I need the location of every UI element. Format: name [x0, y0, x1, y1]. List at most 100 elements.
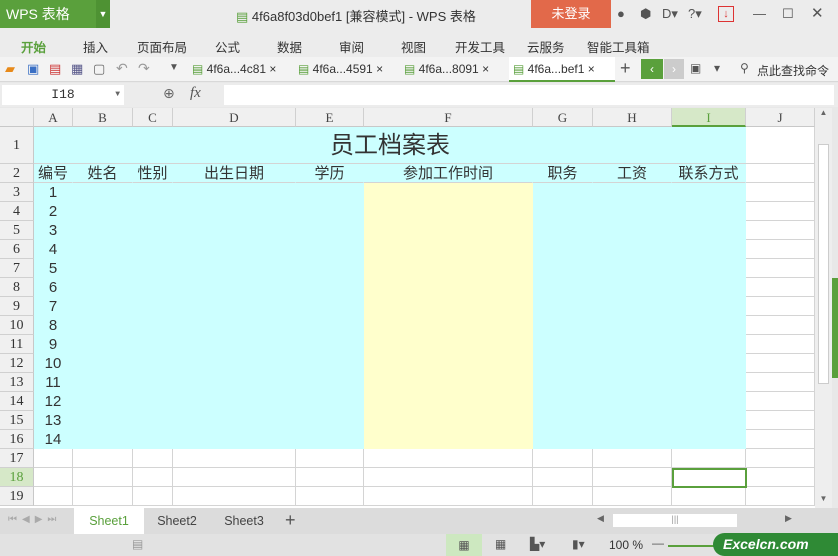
cell[interactable] — [364, 240, 533, 259]
help-icon[interactable]: ?▾ — [688, 6, 702, 22]
column-header[interactable]: D — [173, 108, 296, 127]
cell[interactable] — [533, 278, 593, 297]
row-header[interactable]: 9 — [0, 297, 34, 316]
cell[interactable] — [593, 202, 672, 221]
id-cell[interactable]: 1 — [34, 183, 73, 202]
id-cell[interactable]: 6 — [34, 278, 73, 297]
cell[interactable] — [173, 335, 296, 354]
cell[interactable] — [672, 373, 746, 392]
doc-tab[interactable]: ▤ 4f6a...8091 × — [400, 57, 508, 82]
cell[interactable] — [746, 202, 815, 221]
row-header[interactable]: 7 — [0, 259, 34, 278]
cell[interactable] — [672, 202, 746, 221]
close-icon[interactable]: × — [269, 62, 276, 76]
cell[interactable] — [746, 221, 815, 240]
tab-smart-tools[interactable]: 智能工具箱 — [587, 37, 650, 56]
doc-tab-active[interactable]: ▤ 4f6a...bef1 × — [509, 57, 615, 82]
cell[interactable] — [672, 221, 746, 240]
cell[interactable] — [364, 335, 533, 354]
cell[interactable] — [364, 354, 533, 373]
cell[interactable] — [133, 335, 173, 354]
column-header[interactable]: C — [133, 108, 173, 127]
cell[interactable] — [173, 316, 296, 335]
cell[interactable] — [133, 202, 173, 221]
row-header[interactable]: 14 — [0, 392, 34, 411]
zoom-level[interactable]: 100 % — [609, 538, 643, 552]
chevron-down-icon[interactable]: ▼ — [169, 62, 179, 73]
cell[interactable] — [73, 221, 133, 240]
id-cell[interactable]: 9 — [34, 335, 73, 354]
vertical-scrollbar[interactable]: ▲ ▼ — [815, 108, 832, 508]
cell[interactable] — [296, 202, 364, 221]
id-cell[interactable]: 5 — [34, 259, 73, 278]
cell[interactable] — [296, 468, 364, 487]
cell[interactable] — [73, 259, 133, 278]
header-cell[interactable]: 职务 — [533, 164, 593, 183]
cell[interactable] — [173, 468, 296, 487]
cell[interactable] — [296, 392, 364, 411]
cell[interactable] — [133, 449, 173, 468]
cell[interactable] — [133, 183, 173, 202]
cell[interactable] — [296, 411, 364, 430]
cell[interactable] — [533, 259, 593, 278]
close-icon[interactable]: × — [482, 62, 489, 76]
cell[interactable] — [746, 259, 815, 278]
cell[interactable] — [593, 278, 672, 297]
doc-tab[interactable]: ▤ 4f6a...4c81 × — [188, 57, 292, 82]
cell[interactable] — [296, 221, 364, 240]
cell[interactable] — [593, 430, 672, 449]
cell[interactable] — [746, 127, 815, 164]
cell[interactable] — [533, 354, 593, 373]
cell[interactable] — [533, 335, 593, 354]
cell[interactable] — [173, 430, 296, 449]
tab-data[interactable]: 数据 — [277, 37, 302, 56]
column-header[interactable]: H — [593, 108, 672, 127]
scroll-thumb[interactable]: ||| — [613, 514, 737, 527]
cell[interactable] — [133, 392, 173, 411]
cell[interactable] — [133, 487, 173, 506]
cell[interactable] — [593, 259, 672, 278]
cell[interactable] — [296, 335, 364, 354]
cell[interactable] — [73, 449, 133, 468]
cell[interactable] — [296, 278, 364, 297]
id-cell[interactable]: 13 — [34, 411, 73, 430]
zoom-lens-icon[interactable]: ⊕ — [163, 85, 175, 102]
cell[interactable] — [73, 297, 133, 316]
cell[interactable] — [173, 221, 296, 240]
row-header[interactable]: 1 — [0, 127, 34, 164]
row-header[interactable]: 4 — [0, 202, 34, 221]
cell[interactable] — [593, 392, 672, 411]
doc-tab[interactable]: ▤ 4f6a...4591 × — [294, 57, 398, 82]
cell[interactable] — [593, 411, 672, 430]
page-break-view-icon[interactable]: ▦ — [495, 537, 506, 551]
cell[interactable] — [133, 373, 173, 392]
sheet-tab-sheet3[interactable]: Sheet3 — [210, 508, 278, 534]
id-cell[interactable]: 14 — [34, 430, 73, 449]
zoom-out-icon[interactable]: — — [652, 536, 664, 550]
chevron-down-icon[interactable]: ▼ — [115, 85, 120, 105]
cell[interactable] — [533, 487, 593, 506]
cell[interactable] — [672, 316, 746, 335]
cell[interactable] — [34, 468, 73, 487]
id-cell[interactable]: 2 — [34, 202, 73, 221]
cell[interactable] — [593, 487, 672, 506]
cell[interactable] — [364, 259, 533, 278]
id-cell[interactable]: 4 — [34, 240, 73, 259]
close-icon[interactable]: × — [376, 62, 383, 76]
cell[interactable] — [364, 487, 533, 506]
id-cell[interactable]: 3 — [34, 221, 73, 240]
cell[interactable] — [296, 297, 364, 316]
cell[interactable] — [364, 221, 533, 240]
scroll-thumb[interactable] — [818, 144, 829, 384]
close-icon[interactable]: × — [588, 62, 595, 76]
cell[interactable] — [133, 354, 173, 373]
row-header[interactable]: 12 — [0, 354, 34, 373]
save-icon[interactable]: ▣ — [27, 61, 39, 77]
tab-developer[interactable]: 开发工具 — [455, 37, 505, 56]
sheet-tab-sheet1[interactable]: Sheet1 — [74, 508, 144, 534]
side-panel-handle[interactable] — [832, 278, 838, 378]
cell[interactable] — [173, 278, 296, 297]
cell[interactable] — [672, 449, 746, 468]
cell[interactable] — [173, 240, 296, 259]
cell[interactable] — [364, 202, 533, 221]
